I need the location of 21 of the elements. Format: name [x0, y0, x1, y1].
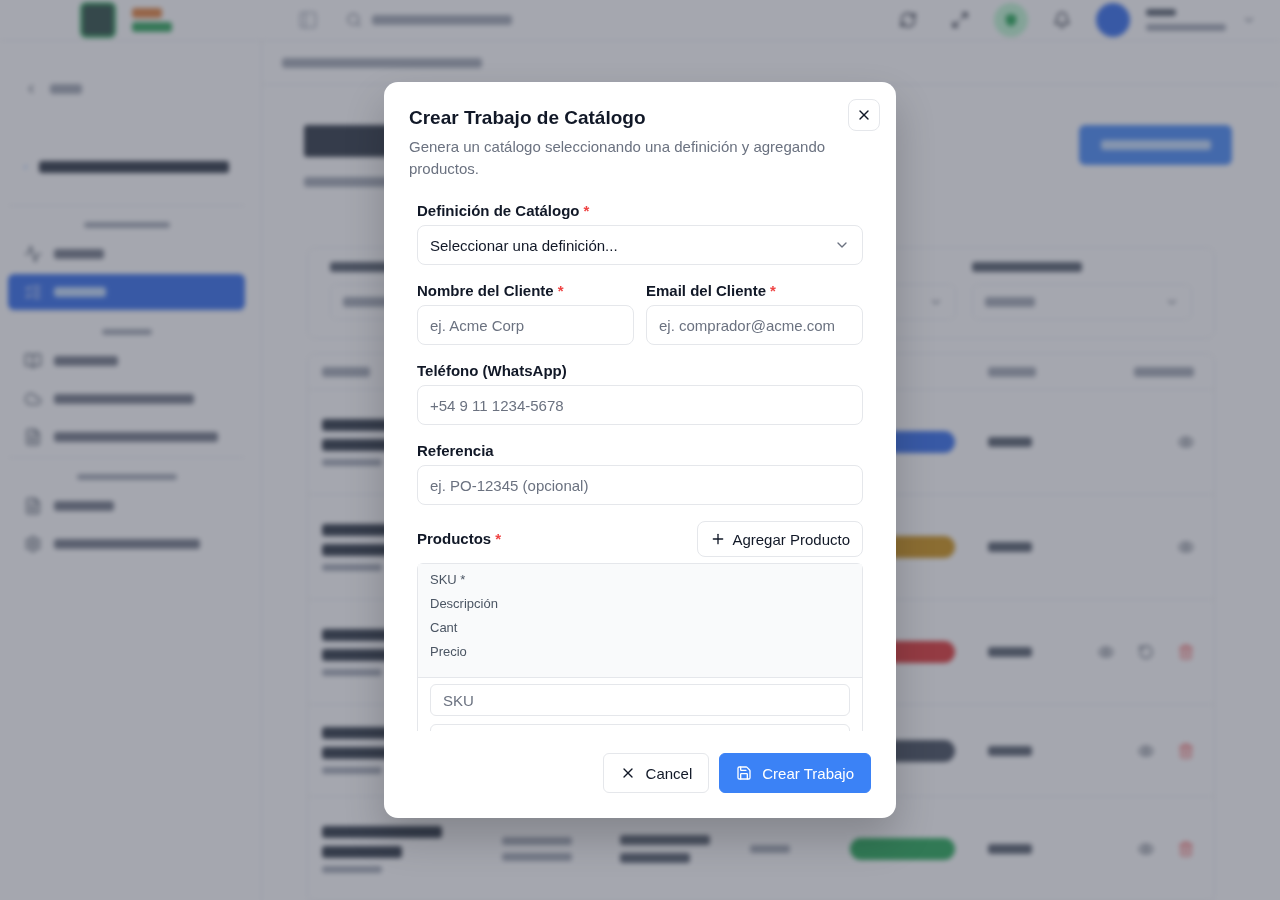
field-label: Teléfono (WhatsApp) [417, 361, 568, 381]
column-header: SKU * [430, 571, 466, 589]
cancel-button[interactable]: Cancel [602, 753, 710, 793]
field-label: Nombre del Cliente * [417, 281, 565, 301]
field-label: Referencia [417, 441, 495, 461]
field-label: Email del Cliente * [646, 281, 777, 301]
sku-field[interactable]: SKU [430, 684, 850, 716]
column-header: Descripción [430, 595, 498, 613]
definition-select[interactable]: Seleccionar una definición... [417, 225, 863, 265]
input-field[interactable]: +54 9 11 1234-5678 [417, 385, 863, 425]
add-product-button[interactable]: Agregar Producto [697, 521, 863, 557]
column-header: Precio [430, 643, 467, 661]
input-field[interactable]: ej. PO-12345 (opcional) [417, 465, 863, 505]
input-field[interactable]: ej. comprador@acme.com [646, 305, 863, 345]
dialog-description: Genera un catálogo seleccionando una definición y agregando productos. [409, 137, 827, 179]
field-label: Productos * [417, 529, 502, 549]
input-field[interactable]: ej. Acme Corp [417, 305, 634, 345]
field-label: Definición de Catálogo * [417, 201, 591, 221]
column-header: Cant [430, 619, 458, 637]
create-job-button[interactable]: Crear Trabajo [719, 753, 871, 793]
dialog-title: Crear Trabajo de Catálogo [409, 106, 646, 130]
